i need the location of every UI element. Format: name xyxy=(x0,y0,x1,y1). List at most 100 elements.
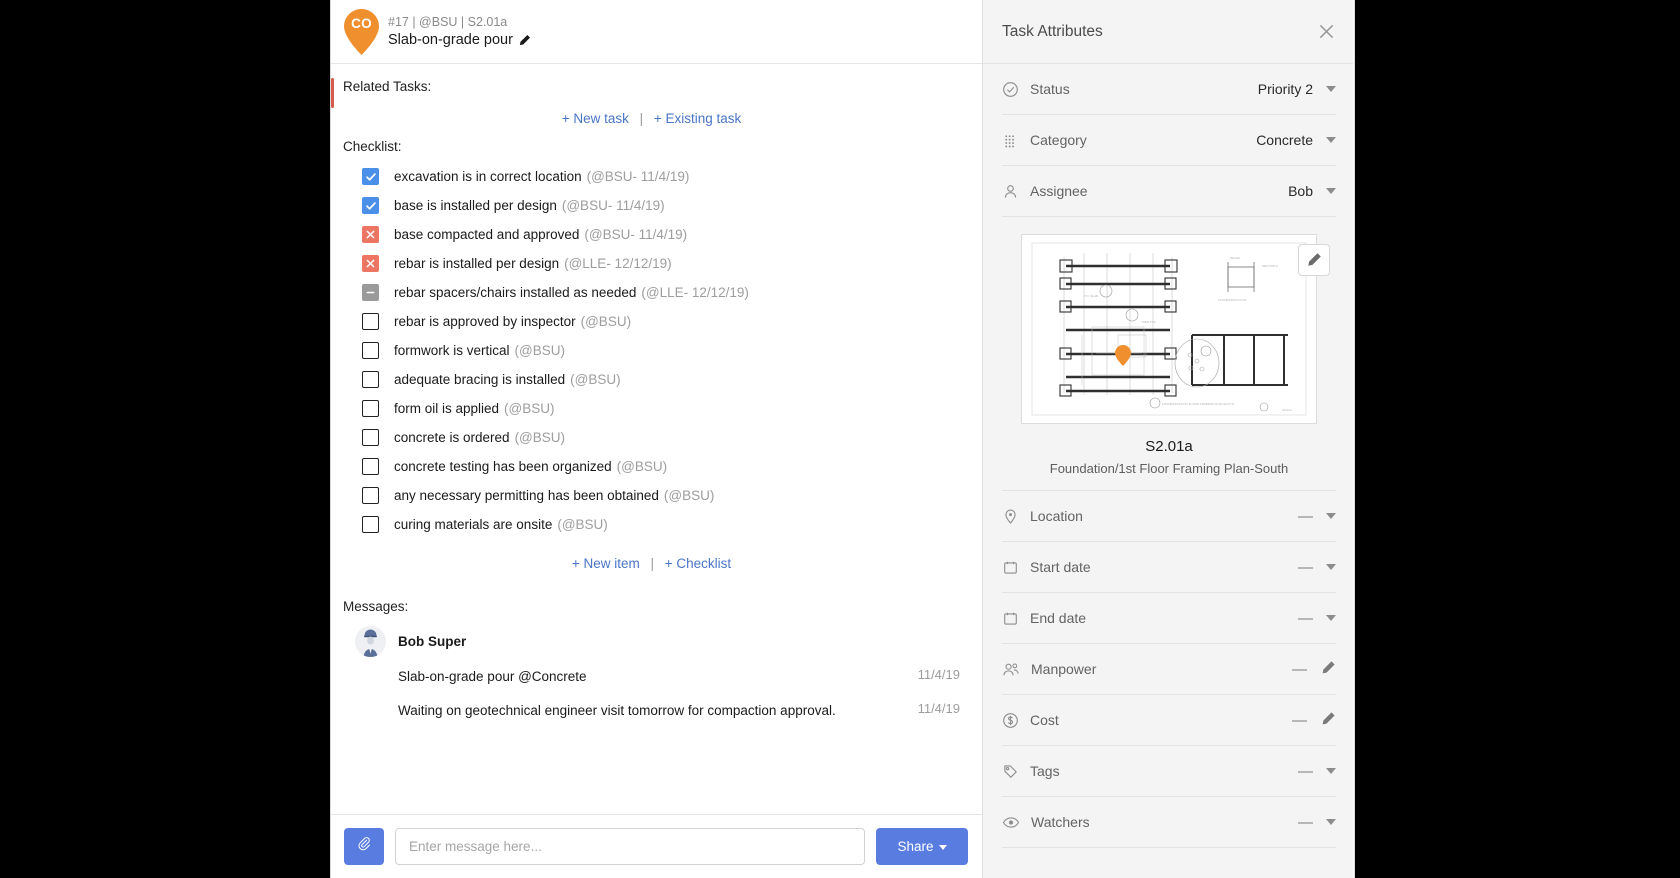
checklist-item[interactable]: formwork is vertical(@BSU) xyxy=(362,336,960,365)
checklist-checkbox-empty[interactable] xyxy=(362,429,379,446)
attribute-row-end-date[interactable]: End date — xyxy=(1002,593,1336,644)
checklist-checkbox-empty[interactable] xyxy=(362,342,379,359)
person-icon xyxy=(1002,183,1019,200)
calendar-icon xyxy=(1002,559,1019,576)
attribute-label: Start date xyxy=(1030,559,1091,575)
attribute-row-tags[interactable]: Tags— xyxy=(1002,746,1336,797)
checklist-checkbox-checked[interactable] xyxy=(362,168,379,185)
checklist-checkbox-empty[interactable] xyxy=(362,313,379,330)
task-title: Slab-on-grade pour xyxy=(388,32,513,48)
checklist-item-meta: (@BSU) xyxy=(570,372,620,387)
checklist-item[interactable]: rebar spacers/chairs installed as needed… xyxy=(362,278,960,307)
checklist-item[interactable]: any necessary permitting has been obtain… xyxy=(362,481,960,510)
new-task-link[interactable]: + New task xyxy=(562,111,629,126)
attribute-value: — xyxy=(1298,611,1313,626)
attribute-row-manpower[interactable]: Manpower — xyxy=(1002,644,1336,695)
checklist-actions: + New item | + Checklist xyxy=(343,556,960,571)
checklist-item-label: rebar spacers/chairs installed as needed xyxy=(394,285,636,300)
checklist-item-meta: (@BSU) xyxy=(515,430,565,445)
checklist-checkbox-crossed[interactable] xyxy=(362,255,379,272)
attribute-row-location[interactable]: Location— xyxy=(1002,491,1336,542)
chevron-down-icon[interactable] xyxy=(1326,768,1336,774)
attribute-row-status[interactable]: StatusPriority 2 xyxy=(1002,64,1336,115)
task-meta: #17 | @BSU | S2.01a xyxy=(388,15,531,29)
checklist-item[interactable]: concrete is ordered(@BSU) xyxy=(362,423,960,452)
attribute-row-category[interactable]: CategoryConcrete xyxy=(1002,115,1336,166)
existing-task-link[interactable]: + Existing task xyxy=(654,111,741,126)
pencil-icon[interactable] xyxy=(1320,660,1336,679)
checklist-item[interactable]: base is installed per design(@BSU- 11/4/… xyxy=(362,191,960,220)
checklist-item-meta: (@BSU) xyxy=(664,488,714,503)
checklist-item-label: form oil is applied xyxy=(394,401,499,416)
checklist-item[interactable]: base compacted and approved(@BSU- 11/4/1… xyxy=(362,220,960,249)
drawing-thumbnail[interactable]: DETAIL SECTION A FOUNDATION PLAN T.O. SL… xyxy=(1021,234,1317,424)
checklist-item-label: any necessary permitting has been obtain… xyxy=(394,488,659,503)
checklist-item-meta: (@BSU- 11/4/19) xyxy=(584,227,687,242)
attribute-label: Assignee xyxy=(1030,183,1088,199)
attribute-label: Tags xyxy=(1030,763,1060,779)
checklist-checkbox-dashed[interactable] xyxy=(362,284,379,301)
new-item-link[interactable]: + New item xyxy=(572,556,640,571)
group-icon xyxy=(1002,661,1020,678)
attach-button[interactable] xyxy=(344,828,384,865)
chevron-down-icon[interactable] xyxy=(1326,86,1336,92)
sheet-name: Foundation/1st Floor Framing Plan-South xyxy=(1050,461,1288,476)
share-button[interactable]: Share xyxy=(876,828,968,865)
link-separator: | xyxy=(640,111,644,126)
tag-icon xyxy=(1002,763,1019,780)
calendar-icon xyxy=(1002,610,1019,627)
checklist-item-label: formwork is vertical xyxy=(394,343,510,358)
message-text: Waiting on geotechnical engineer visit t… xyxy=(398,701,836,722)
checklist-item-label: adequate bracing is installed xyxy=(394,372,565,387)
attribute-label: Watchers xyxy=(1031,814,1090,830)
task-header: CO #17 | @BSU | S2.01a Slab-on-grade pou… xyxy=(331,0,982,64)
avatar xyxy=(355,626,386,657)
message-input[interactable] xyxy=(395,828,865,865)
pencil-icon[interactable] xyxy=(1320,711,1336,730)
attribute-row-watchers[interactable]: Watchers— xyxy=(1002,797,1336,848)
drawing-edit-button[interactable] xyxy=(1298,244,1330,276)
checklist-item[interactable]: curing materials are onsite(@BSU) xyxy=(362,510,960,539)
checklist-item[interactable]: form oil is applied(@BSU) xyxy=(362,394,960,423)
chevron-down-icon[interactable] xyxy=(1326,615,1336,621)
checklist-checkbox-crossed[interactable] xyxy=(362,226,379,243)
checklist-item-meta: (@BSU- 11/4/19) xyxy=(587,169,690,184)
chevron-down-icon[interactable] xyxy=(1326,513,1336,519)
message-thread: Bob Super Slab-on-grade pour @Concrete11… xyxy=(355,626,960,722)
message-entry: Waiting on geotechnical engineer visit t… xyxy=(398,701,960,722)
attribute-value: — xyxy=(1292,662,1307,677)
close-icon[interactable] xyxy=(1317,22,1336,41)
chevron-down-icon[interactable] xyxy=(1326,819,1336,825)
task-title-row: Slab-on-grade pour xyxy=(388,32,531,48)
attribute-value: Priority 2 xyxy=(1258,81,1313,97)
chevron-down-icon[interactable] xyxy=(1326,564,1336,570)
attribute-row-start-date[interactable]: Start date— xyxy=(1002,542,1336,593)
chevron-down-icon[interactable] xyxy=(1326,137,1336,143)
attribute-label: Manpower xyxy=(1031,661,1096,677)
checklist-checkbox-empty[interactable] xyxy=(362,458,379,475)
checklist-label: Checklist: xyxy=(343,139,960,154)
attribute-row-cost[interactable]: Cost— xyxy=(1002,695,1336,746)
task-pin-avatar: CO xyxy=(344,9,379,55)
checklist-checkbox-empty[interactable] xyxy=(362,516,379,533)
checklist-item[interactable]: excavation is in correct location(@BSU- … xyxy=(362,162,960,191)
chevron-down-icon[interactable] xyxy=(1326,188,1336,194)
attribute-row-assignee[interactable]: AssigneeBob xyxy=(1002,166,1336,217)
checklist-checkbox-empty[interactable] xyxy=(362,400,379,417)
pencil-icon[interactable] xyxy=(518,34,531,47)
checklist-item-meta: (@LLE- 12/12/19) xyxy=(564,256,672,271)
checklist-item[interactable]: rebar is approved by inspector(@BSU) xyxy=(362,307,960,336)
checklist-item-meta: (@BSU) xyxy=(581,314,631,329)
checklist-item[interactable]: concrete testing has been organized(@BSU… xyxy=(362,452,960,481)
pin-initials: CO xyxy=(344,16,379,31)
checklist-item[interactable]: rebar is installed per design(@LLE- 12/1… xyxy=(362,249,960,278)
checklist-checkbox-empty[interactable] xyxy=(362,487,379,504)
checklist-checkbox-empty[interactable] xyxy=(362,371,379,388)
new-checklist-link[interactable]: + Checklist xyxy=(665,556,731,571)
map-pin-icon xyxy=(1002,508,1019,525)
checklist-item[interactable]: adequate bracing is installed (@BSU) xyxy=(362,365,960,394)
eye-icon xyxy=(1002,814,1020,831)
page-title: Task Attributes xyxy=(1002,23,1103,41)
checklist-checkbox-checked[interactable] xyxy=(362,197,379,214)
attribute-label: End date xyxy=(1030,610,1086,626)
